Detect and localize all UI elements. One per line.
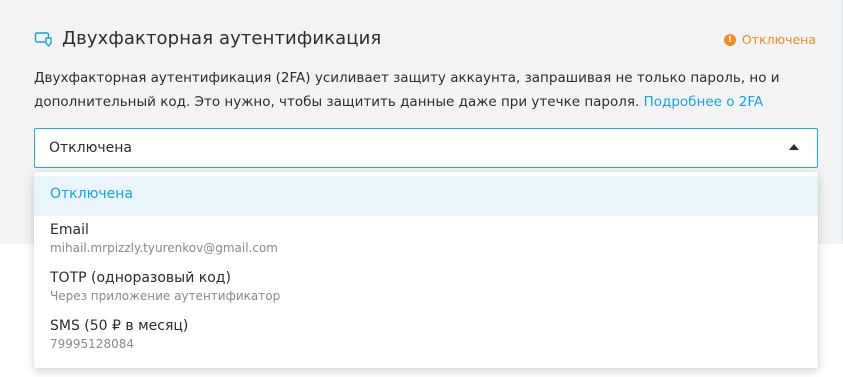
option-sublabel: Через приложение аутентификатор xyxy=(50,289,281,303)
more-about-2fa-link[interactable]: Подробнее о 2FA xyxy=(644,94,764,110)
option-totp[interactable]: TOTP (одноразовый код) Через приложение … xyxy=(34,270,818,316)
select-current-value: Отключена xyxy=(49,140,132,156)
two-factor-method-select[interactable]: Отключена xyxy=(34,128,818,168)
section-header: Двухфакторная аутентификация xyxy=(34,28,381,49)
option-email[interactable]: Email mihail.mrpizzly.tyurenkov@gmail.co… xyxy=(34,222,818,268)
section-title: Двухфакторная аутентификация xyxy=(62,28,382,49)
option-label: Email xyxy=(50,222,89,238)
alert-circle-icon: ! xyxy=(723,33,736,46)
option-sublabel: mihail.mrpizzly.tyurenkov@gmail.com xyxy=(50,241,278,255)
shield-device-icon xyxy=(34,31,52,47)
two-factor-method-dropdown: Отключена Email mihail.mrpizzly.tyurenko… xyxy=(34,172,818,368)
option-label: Отключена xyxy=(50,186,133,202)
status-badge: ! Отключена xyxy=(723,32,816,47)
section-description: Двухфакторная аутентификация (2FA) усили… xyxy=(34,66,814,114)
option-sublabel: 79995128084 xyxy=(50,337,134,351)
caret-up-icon[interactable] xyxy=(789,144,799,150)
option-label: TOTP (одноразовый код) xyxy=(50,270,231,286)
option-sms[interactable]: SMS (50 ₽ в месяц) 79995128084 xyxy=(34,318,818,364)
option-label: SMS (50 ₽ в месяц) xyxy=(50,318,189,334)
status-label: Отключена xyxy=(741,32,816,47)
option-disabled[interactable]: Отключена xyxy=(34,176,818,216)
